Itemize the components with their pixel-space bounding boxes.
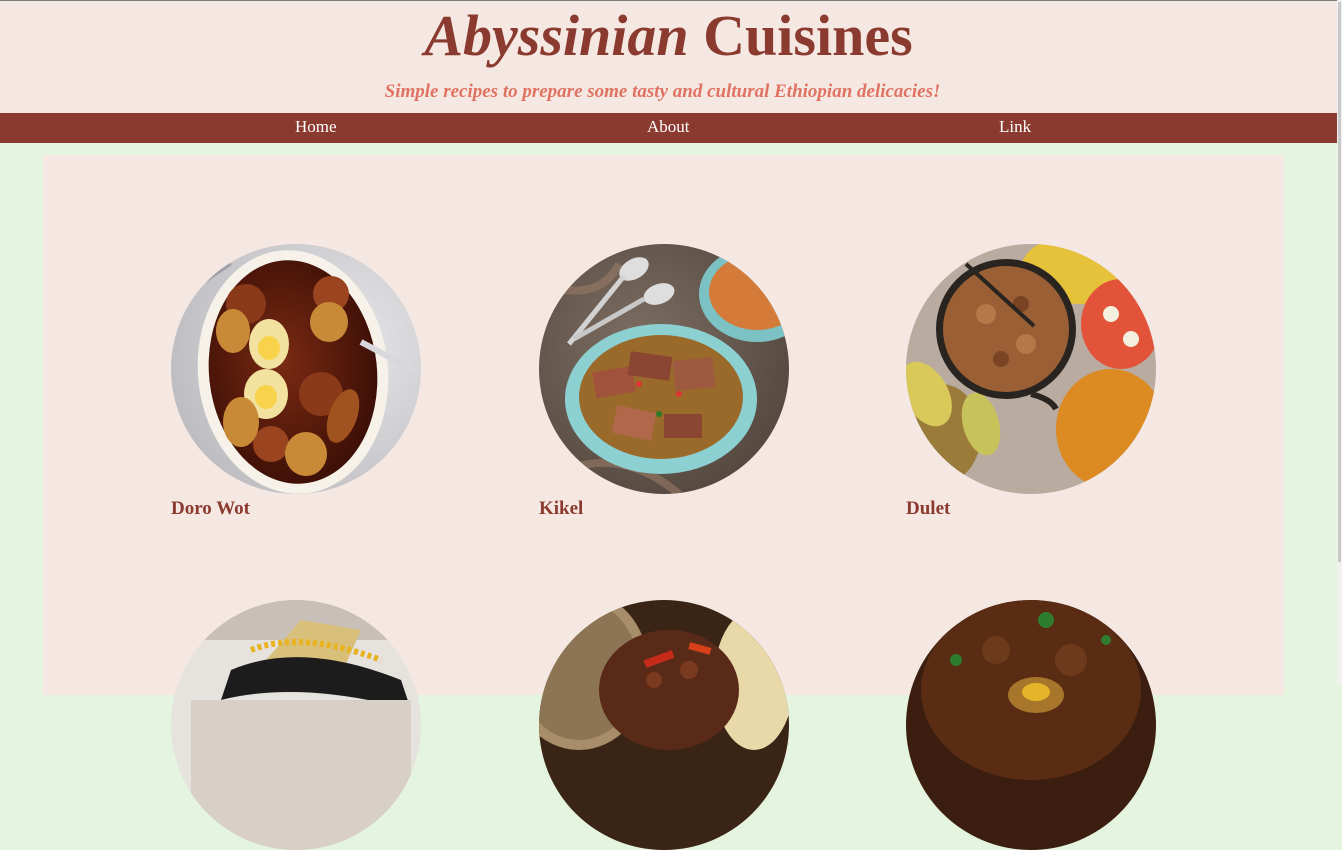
nav-home-link[interactable]: Home <box>295 113 337 141</box>
recipe-grid: Doro Wot Kikel Dulet <box>43 155 1284 850</box>
site-title: Abyssinian Cuisines <box>0 3 1337 69</box>
doro-wot-title[interactable]: Doro Wot <box>171 498 421 520</box>
kikel-title[interactable]: Kikel <box>539 498 789 520</box>
kikel-image[interactable] <box>539 244 789 494</box>
scrollbar-thumb[interactable] <box>1338 2 1341 562</box>
dulet-title[interactable]: Dulet <box>906 498 1156 520</box>
nav-link-link[interactable]: Link <box>999 113 1031 141</box>
dulet-image[interactable] <box>906 244 1156 494</box>
nav-bar: Home About Link <box>0 113 1337 143</box>
site-title-regular: Cuisines <box>703 3 913 68</box>
site-subtitle: Simple recipes to prepare some tasty and… <box>384 81 941 102</box>
site-header: Abyssinian Cuisines Simple recipes to pr… <box>0 1 1337 113</box>
site-title-italic: Abyssinian <box>424 3 689 68</box>
dish-4-image[interactable] <box>171 600 421 850</box>
dish-5-image[interactable] <box>539 600 789 850</box>
dish-6-image[interactable] <box>906 600 1156 850</box>
nav-about-link[interactable]: About <box>647 113 690 141</box>
doro-wot-image[interactable] <box>171 244 421 494</box>
